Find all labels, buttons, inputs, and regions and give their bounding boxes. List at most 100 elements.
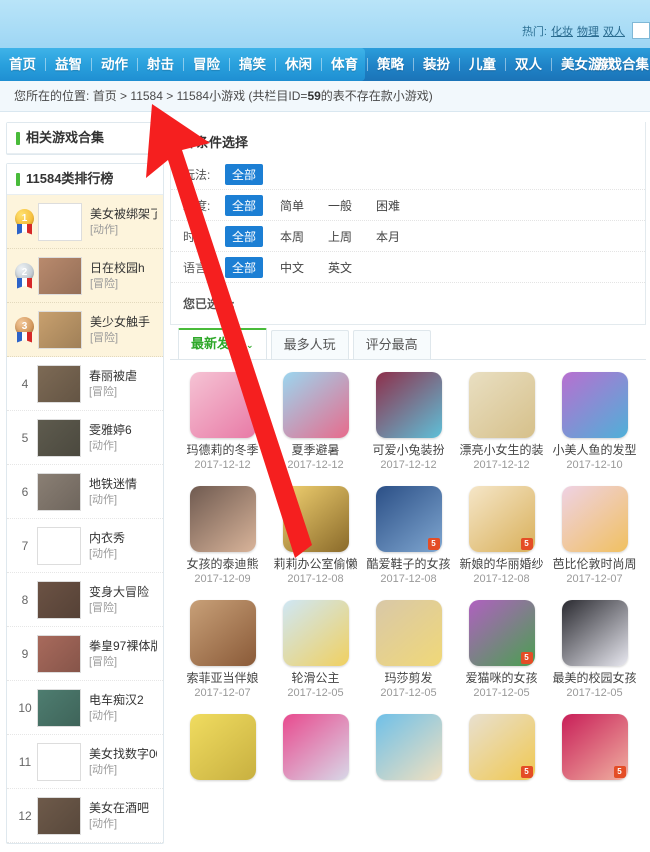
game-title[interactable]: 新娘的华丽婚纱 bbox=[455, 557, 548, 572]
game-thumbnail[interactable] bbox=[375, 600, 442, 666]
list-item[interactable]: 4 春丽被虐 [冒险] bbox=[7, 357, 163, 411]
nav-item-0[interactable]: 首页 bbox=[0, 48, 45, 81]
list-item[interactable]: 7 内衣秀 [动作] bbox=[7, 519, 163, 573]
game-card[interactable]: 莉莉办公室偷懒 2017-12-08 bbox=[269, 486, 362, 586]
game-title[interactable]: 可爱小兔装扮 bbox=[362, 443, 455, 458]
game-card[interactable]: 最美的校园女孩 2017-12-05 bbox=[548, 600, 641, 700]
nav-item-11[interactable]: 双人 bbox=[506, 48, 551, 81]
nav-item-2[interactable]: 动作 bbox=[92, 48, 137, 81]
filter-option[interactable]: 本周 bbox=[273, 226, 311, 247]
list-item[interactable]: 1 美女被绑架了 [动作] bbox=[7, 195, 163, 249]
nav-item-4[interactable]: 冒险 bbox=[184, 48, 229, 81]
game-card[interactable]: 轮滑公主 2017-12-05 bbox=[269, 600, 362, 700]
game-thumbnail[interactable]: 5 bbox=[468, 486, 535, 552]
game-title[interactable]: 酷爱鞋子的女孩 bbox=[362, 557, 455, 572]
search-input[interactable] bbox=[632, 22, 650, 39]
list-item-title[interactable]: 美女在酒吧 bbox=[89, 800, 149, 816]
list-item-title[interactable]: 美少女触手 bbox=[90, 314, 150, 330]
game-thumbnail[interactable] bbox=[189, 486, 256, 552]
game-thumbnail[interactable] bbox=[282, 372, 349, 438]
tab-0[interactable]: 最新发布 ⌄ bbox=[178, 328, 267, 359]
filter-option[interactable]: 中文 bbox=[273, 257, 311, 278]
nav-item-1[interactable]: 益智 bbox=[46, 48, 91, 81]
game-card[interactable]: 漂亮小女生的装 2017-12-12 bbox=[455, 372, 548, 472]
list-item[interactable]: 6 地铁迷情 [动作] bbox=[7, 465, 163, 519]
list-item[interactable]: 2 日在校园h [冒险] bbox=[7, 249, 163, 303]
game-thumbnail[interactable] bbox=[282, 486, 349, 552]
game-card[interactable] bbox=[269, 714, 362, 785]
game-thumbnail[interactable] bbox=[189, 372, 256, 438]
game-thumbnail[interactable] bbox=[282, 714, 349, 780]
game-card[interactable]: 可爱小兔装扮 2017-12-12 bbox=[362, 372, 455, 472]
hot-link-2[interactable]: 物理 bbox=[577, 23, 599, 39]
game-thumbnail[interactable]: 5 bbox=[375, 486, 442, 552]
game-title[interactable]: 爱猫咪的女孩 bbox=[455, 671, 548, 686]
list-item[interactable]: 12 美女在酒吧 [动作] bbox=[7, 789, 163, 843]
list-item[interactable]: 9 拳皇97裸体版 [冒险] bbox=[7, 627, 163, 681]
nav-item-game-collection[interactable]: 游戏合集 bbox=[595, 48, 649, 81]
game-thumbnail[interactable]: 5 bbox=[468, 714, 535, 780]
list-item-title[interactable]: 美女被绑架了 bbox=[90, 206, 157, 222]
game-card[interactable]: 5 新娘的华丽婚纱 2017-12-08 bbox=[455, 486, 548, 586]
game-thumbnail[interactable] bbox=[561, 600, 628, 666]
tab-2[interactable]: 评分最高 bbox=[352, 330, 431, 359]
hot-link-3[interactable]: 双人 bbox=[603, 23, 625, 39]
filter-option[interactable]: 英文 bbox=[321, 257, 359, 278]
game-card[interactable] bbox=[176, 714, 269, 785]
game-title[interactable]: 轮滑公主 bbox=[269, 671, 362, 686]
list-item-title[interactable]: 日在校园h bbox=[90, 260, 145, 276]
game-title[interactable]: 女孩的泰迪熊 bbox=[176, 557, 269, 572]
list-item[interactable]: 8 变身大冒险 [冒险] bbox=[7, 573, 163, 627]
nav-item-5[interactable]: 搞笑 bbox=[230, 48, 275, 81]
nav-item-8[interactable]: 策略 bbox=[368, 48, 413, 81]
game-title[interactable]: 玛德莉的冬季 bbox=[176, 443, 269, 458]
game-card[interactable] bbox=[362, 714, 455, 785]
list-item-title[interactable]: 美女找数字009 bbox=[89, 746, 157, 762]
game-title[interactable]: 莉莉办公室偷懒 bbox=[269, 557, 362, 572]
game-thumbnail[interactable] bbox=[375, 372, 442, 438]
game-card[interactable]: 5 爱猫咪的女孩 2017-12-05 bbox=[455, 600, 548, 700]
list-item[interactable]: 11 美女找数字009[动作] bbox=[7, 735, 163, 789]
nav-item-3[interactable]: 射击 bbox=[138, 48, 183, 81]
filter-option[interactable]: 全部 bbox=[225, 256, 264, 278]
breadcrumb-home[interactable]: 首页 bbox=[93, 89, 117, 103]
game-title[interactable]: 最美的校园女孩 bbox=[548, 671, 641, 686]
game-title[interactable]: 漂亮小女生的装 bbox=[455, 443, 548, 458]
game-thumbnail[interactable]: 5 bbox=[561, 714, 628, 780]
game-thumbnail[interactable] bbox=[189, 600, 256, 666]
game-card[interactable]: 芭比伦敦时尚周 2017-12-07 bbox=[548, 486, 641, 586]
list-item-title[interactable]: 电车痴汉2 bbox=[89, 692, 144, 708]
game-thumbnail[interactable] bbox=[561, 372, 628, 438]
list-item-title[interactable]: 变身大冒险 bbox=[89, 584, 149, 600]
game-title[interactable]: 索菲亚当伴娘 bbox=[176, 671, 269, 686]
nav-item-7[interactable]: 体育 bbox=[322, 48, 367, 81]
nav-item-10[interactable]: 儿童 bbox=[460, 48, 505, 81]
nav-item-9[interactable]: 装扮 bbox=[414, 48, 459, 81]
list-item[interactable]: 3 美少女触手 [冒险] bbox=[7, 303, 163, 357]
filter-option[interactable]: 上周 bbox=[321, 226, 359, 247]
game-thumbnail[interactable] bbox=[561, 486, 628, 552]
list-item-title[interactable]: 地铁迷情 bbox=[89, 476, 137, 492]
game-card[interactable]: 小美人鱼的发型 2017-12-10 bbox=[548, 372, 641, 472]
game-thumbnail[interactable] bbox=[375, 714, 442, 780]
list-item[interactable]: 5 雯雅婷6 [动作] bbox=[7, 411, 163, 465]
game-card[interactable]: 索菲亚当伴娘 2017-12-07 bbox=[176, 600, 269, 700]
game-card[interactable]: 5 酷爱鞋子的女孩 2017-12-08 bbox=[362, 486, 455, 586]
list-item-title[interactable]: 春丽被虐 bbox=[89, 368, 137, 384]
filter-option[interactable]: 一般 bbox=[321, 195, 359, 216]
filter-option[interactable]: 简单 bbox=[273, 195, 311, 216]
filter-option[interactable]: 本月 bbox=[369, 226, 407, 247]
breadcrumb-level1[interactable]: 11584 bbox=[130, 89, 162, 103]
list-item-title[interactable]: 雯雅婷6 bbox=[89, 422, 132, 438]
list-item[interactable]: 10 电车痴汉2 [动作] bbox=[7, 681, 163, 735]
tab-1[interactable]: 最多人玩 bbox=[270, 330, 349, 359]
game-title[interactable]: 小美人鱼的发型 bbox=[548, 443, 641, 458]
game-thumbnail[interactable] bbox=[189, 714, 256, 780]
filter-option[interactable]: 全部 bbox=[225, 194, 264, 216]
game-card[interactable]: 5 bbox=[455, 714, 548, 785]
game-title[interactable]: 芭比伦敦时尚周 bbox=[548, 557, 641, 572]
game-card[interactable]: 玛德莉的冬季 2017-12-12 bbox=[176, 372, 269, 472]
game-card[interactable]: 女孩的泰迪熊 2017-12-09 bbox=[176, 486, 269, 586]
list-item-title[interactable]: 内衣秀 bbox=[89, 530, 125, 546]
nav-item-6[interactable]: 休闲 bbox=[276, 48, 321, 81]
